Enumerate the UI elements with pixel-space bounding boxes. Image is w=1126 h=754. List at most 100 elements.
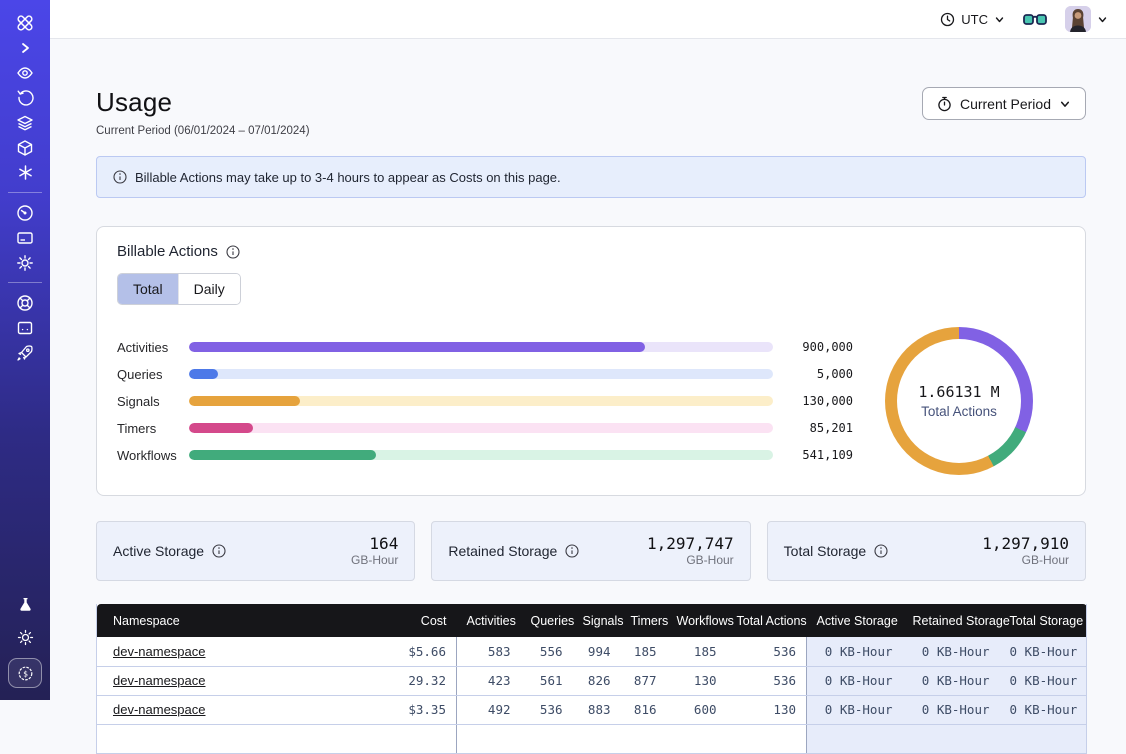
bar-track [189, 369, 773, 379]
workflows-cell: 185 [667, 637, 727, 666]
lifebuoy-icon[interactable] [7, 290, 43, 315]
sun-icon[interactable] [7, 625, 43, 650]
retained-storage-cell: 0 KB-Hour [903, 695, 1000, 724]
retained-storage-label: Retained Storage [448, 543, 557, 559]
table-header-row: Namespace Cost Activities Queries Signal… [97, 604, 1087, 637]
tab-daily[interactable]: Daily [178, 274, 240, 304]
active-storage-value: 164 [351, 535, 398, 553]
page-subtitle: Current Period (06/01/2024 – 07/01/2024) [96, 125, 310, 137]
feedback-monitor-icon[interactable] [7, 315, 43, 340]
history-icon[interactable] [7, 85, 43, 110]
bar-fill [189, 423, 253, 433]
timers-cell: 185 [621, 637, 667, 666]
bar-label: Activities [117, 340, 189, 355]
avatar [1065, 6, 1091, 32]
total-actions-cell: 130 [727, 695, 807, 724]
banner-text: Billable Actions may take up to 3-4 hour… [135, 170, 561, 185]
active-storage-cell: 0 KB-Hour [807, 695, 903, 724]
total-storage-value: 1,297,910 [982, 535, 1069, 553]
temporal-logo-icon[interactable] [7, 10, 43, 35]
activities-cell: 423 [457, 666, 521, 695]
bar-label: Workflows [117, 448, 189, 463]
chevron-down-icon [1059, 98, 1071, 110]
timers-cell: 877 [621, 666, 667, 695]
chevron-down-icon [1097, 14, 1108, 25]
total-storage-cell: 0 KB-Hour [1000, 637, 1087, 666]
info-icon[interactable] [212, 544, 226, 558]
total-actions-donut: 1.66131 M Total Actions [885, 327, 1033, 475]
retained-storage-cell: 0 KB-Hour [903, 666, 1000, 695]
gauge-icon[interactable] [7, 200, 43, 225]
active-storage-label: Active Storage [113, 543, 204, 559]
bar-fill [189, 342, 645, 352]
glasses-icon[interactable] [1023, 12, 1047, 26]
stopwatch-icon [937, 96, 952, 112]
namespace-link[interactable]: dev-namespace [113, 702, 206, 717]
chevron-down-icon [994, 14, 1005, 25]
table-row-partial [97, 724, 1087, 753]
usage-billing-active-button[interactable]: $ [8, 658, 42, 688]
bar-label: Timers [117, 421, 189, 436]
cube-icon[interactable] [7, 135, 43, 160]
bar-track [189, 396, 773, 406]
namespace-link[interactable]: dev-namespace [113, 673, 206, 688]
info-icon[interactable] [226, 245, 240, 259]
active-storage-cell: 0 KB-Hour [807, 666, 903, 695]
flask-icon[interactable] [7, 592, 43, 617]
bar-label: Queries [117, 367, 189, 382]
total-actions-cell: 536 [727, 637, 807, 666]
bar-row-workflows: Workflows 541,109 [117, 449, 853, 461]
table-row: dev-namespace 29.32 423 561 826 877 130 … [97, 666, 1087, 695]
clock-icon [940, 12, 955, 27]
info-icon[interactable] [565, 544, 579, 558]
signals-cell: 883 [573, 695, 621, 724]
namespace-link[interactable]: dev-namespace [113, 644, 206, 659]
billing-card-icon[interactable] [7, 225, 43, 250]
retained-storage-card: Retained Storage 1,297,747 GB-Hour [431, 521, 750, 581]
period-selector-button[interactable]: Current Period [922, 87, 1086, 120]
bar-fill [189, 396, 300, 406]
activities-cell: 492 [457, 695, 521, 724]
svg-text:$: $ [23, 669, 28, 678]
bar-fill [189, 450, 376, 460]
page-title: Usage [96, 87, 310, 118]
tab-total[interactable]: Total [118, 274, 178, 304]
info-icon[interactable] [874, 544, 888, 558]
top-header: UTC [50, 0, 1126, 39]
bar-track [189, 450, 773, 460]
retained-storage-cell: 0 KB-Hour [903, 637, 1000, 666]
eye-icon[interactable] [7, 60, 43, 85]
period-button-label: Current Period [960, 96, 1051, 112]
activities-cell: 583 [457, 637, 521, 666]
retained-storage-unit: GB-Hour [647, 553, 734, 567]
total-storage-label: Total Storage [784, 543, 867, 559]
col-total-actions: Total Actions [727, 604, 807, 637]
page-header: Usage Current Period (06/01/2024 – 07/01… [96, 87, 1086, 137]
col-total-storage: Total Storage [1000, 604, 1087, 637]
bar-track [189, 342, 773, 352]
donut-center: 1.66131 M Total Actions [897, 339, 1021, 463]
namespace-usage-table: Namespace Cost Activities Queries Signal… [96, 604, 1087, 754]
collapse-chevron-icon[interactable] [7, 35, 43, 60]
bar-value: 85,201 [783, 421, 853, 435]
gear-icon[interactable] [7, 250, 43, 275]
bar-track [189, 423, 773, 433]
sidebar-divider [8, 282, 42, 283]
billable-actions-title: Billable Actions [117, 243, 218, 260]
bar-value: 130,000 [783, 394, 853, 408]
col-timers: Timers [621, 604, 667, 637]
donut-total-label: Total Actions [921, 404, 997, 419]
col-active-storage: Active Storage [807, 604, 903, 637]
table-row: dev-namespace $5.66 583 556 994 185 185 … [97, 637, 1087, 666]
workflows-cell: 600 [667, 695, 727, 724]
asterisk-icon[interactable] [7, 160, 43, 185]
rocket-icon[interactable] [7, 340, 43, 365]
sidebar: $ [0, 0, 50, 700]
layers-icon[interactable] [7, 110, 43, 135]
active-storage-cell: 0 KB-Hour [807, 637, 903, 666]
info-banner: Billable Actions may take up to 3-4 hour… [96, 156, 1086, 198]
user-menu[interactable] [1065, 6, 1108, 32]
bar-value: 541,109 [783, 448, 853, 462]
bar-row-timers: Timers 85,201 [117, 422, 853, 434]
timezone-selector[interactable]: UTC [940, 12, 1005, 27]
